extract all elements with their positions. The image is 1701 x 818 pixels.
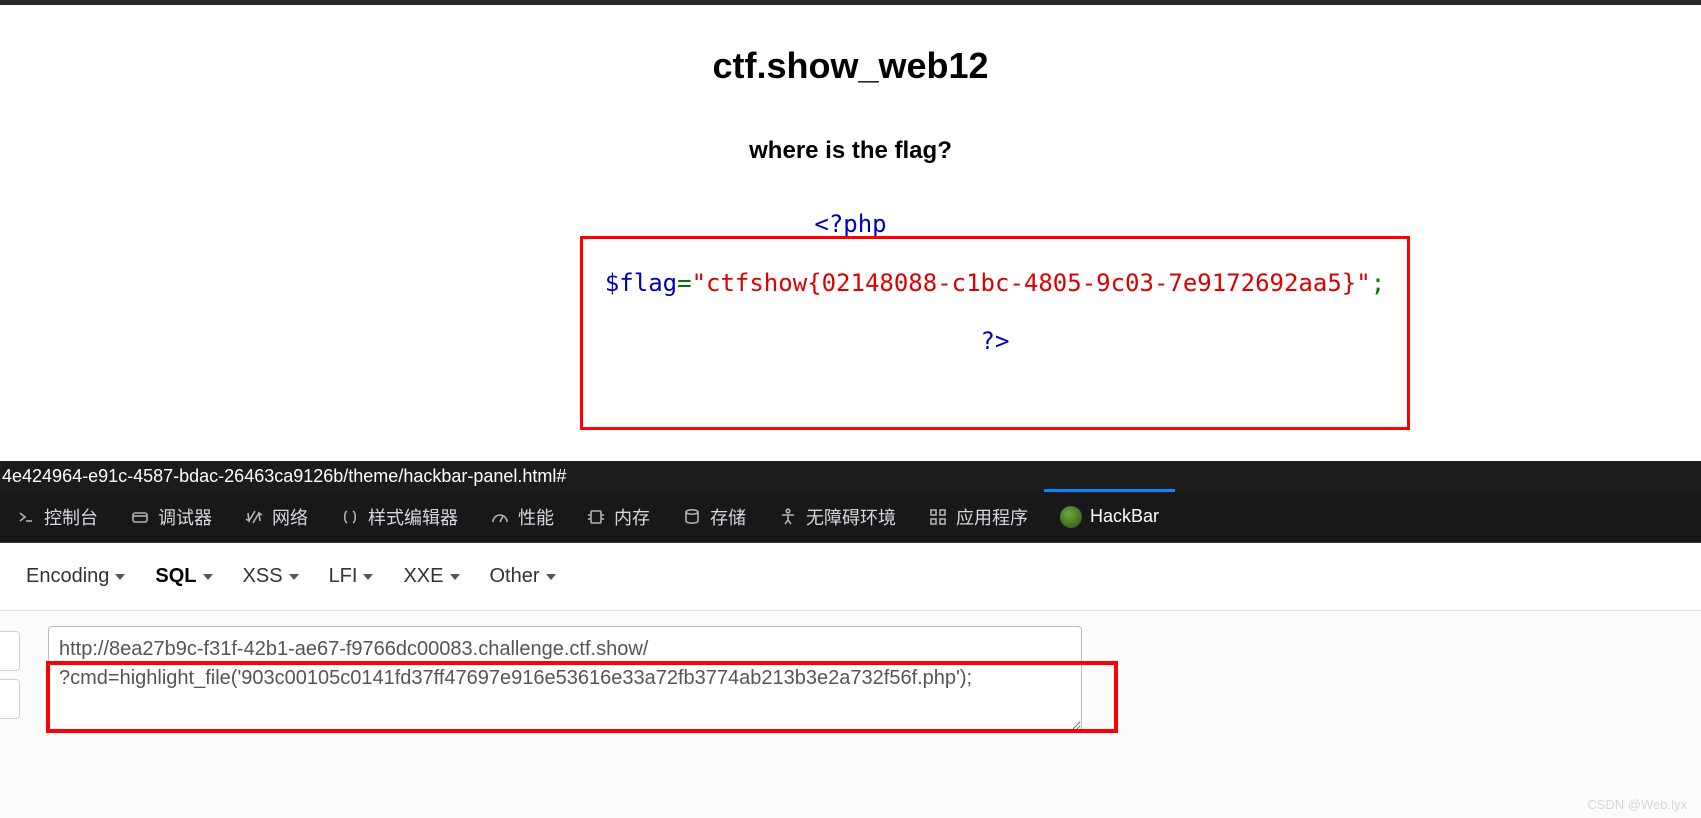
tab-label: 控制台 [44, 504, 98, 530]
tab-storage[interactable]: 存储 [666, 491, 762, 543]
tab-label: 存储 [710, 504, 746, 530]
menu-label: SQL [155, 565, 196, 588]
extension-url-bar: 4e424964-e91c-4587-bdac-26463ca9126b/the… [0, 461, 1701, 491]
tab-style[interactable]: 样式编辑器 [324, 491, 474, 543]
flag-code-line: $flag="ctfshow{02148088-c1bc-4805-9c03-7… [583, 269, 1407, 297]
chevron-down-icon [450, 574, 460, 580]
menu-xss[interactable]: XSS [243, 565, 299, 588]
menu-label: XSS [243, 565, 283, 588]
menu-other[interactable]: Other [490, 565, 556, 588]
chevron-down-icon [115, 574, 125, 580]
php-equals: = [677, 269, 691, 297]
menu-label: Other [490, 565, 540, 588]
php-var-flag: $flag [605, 269, 677, 297]
watermark: CSDN @Web.lyx [1587, 797, 1687, 812]
side-button-1[interactable] [0, 631, 20, 671]
tab-label: 调试器 [158, 504, 212, 530]
devtools-tabstrip: 控制台 调试器 网络 样式编辑器 性能 内存 存储 无障碍环境 应用程序 Hac… [0, 491, 1701, 543]
hackbar-body [0, 611, 1701, 818]
chevron-down-icon [546, 574, 556, 580]
tab-label: 性能 [518, 504, 554, 530]
page-title: ctf.show_web12 [0, 45, 1701, 87]
menu-sql[interactable]: SQL [155, 565, 212, 588]
tab-label: 网络 [272, 504, 308, 530]
php-open-tag: <?php [0, 210, 1701, 238]
tab-label: 内存 [614, 504, 650, 530]
tab-application[interactable]: 应用程序 [912, 491, 1044, 543]
tab-label: 无障碍环境 [806, 504, 896, 530]
network-icon [244, 507, 264, 527]
url-input-wrap [48, 626, 1082, 731]
php-close-tag: ?> [583, 327, 1407, 355]
tab-network[interactable]: 网络 [228, 491, 324, 543]
tab-debugger[interactable]: 调试器 [114, 491, 228, 543]
tab-hackbar[interactable]: HackBar [1044, 491, 1175, 543]
highlight-box: $flag="ctfshow{02148088-c1bc-4805-9c03-7… [580, 236, 1410, 430]
application-icon [928, 507, 948, 527]
side-buttons [0, 631, 20, 727]
hackbar-toolbar: Encoding SQL XSS LFI XXE Other [0, 543, 1701, 611]
tab-console[interactable]: 控制台 [0, 491, 114, 543]
tab-accessibility[interactable]: 无障碍环境 [762, 491, 912, 543]
menu-xxe[interactable]: XXE [403, 565, 459, 588]
page-subtitle: where is the flag? [0, 137, 1701, 165]
console-icon [16, 507, 36, 527]
hackbar-icon [1060, 506, 1082, 528]
menu-label: XXE [403, 565, 443, 588]
style-icon [340, 507, 360, 527]
page-content: ctf.show_web12 where is the flag? <?php … [0, 5, 1701, 460]
tab-label: 应用程序 [956, 504, 1028, 530]
tab-performance[interactable]: 性能 [474, 491, 570, 543]
accessibility-icon [778, 507, 798, 527]
url-textarea[interactable] [48, 626, 1082, 731]
tab-memory[interactable]: 内存 [570, 491, 666, 543]
tab-label: HackBar [1090, 506, 1159, 527]
memory-icon [586, 507, 606, 527]
menu-encoding[interactable]: Encoding [26, 565, 125, 588]
chevron-down-icon [289, 574, 299, 580]
performance-icon [490, 507, 510, 527]
storage-icon [682, 507, 702, 527]
menu-lfi[interactable]: LFI [329, 565, 374, 588]
side-button-2[interactable] [0, 679, 20, 719]
menu-label: LFI [329, 565, 358, 588]
chevron-down-icon [363, 574, 373, 580]
php-flag-string: "ctfshow{02148088-c1bc-4805-9c03-7e91726… [692, 269, 1371, 297]
menu-label: Encoding [26, 565, 109, 588]
php-semicolon: ; [1371, 269, 1385, 297]
debugger-icon [130, 507, 150, 527]
chevron-down-icon [203, 574, 213, 580]
tab-label: 样式编辑器 [368, 504, 458, 530]
